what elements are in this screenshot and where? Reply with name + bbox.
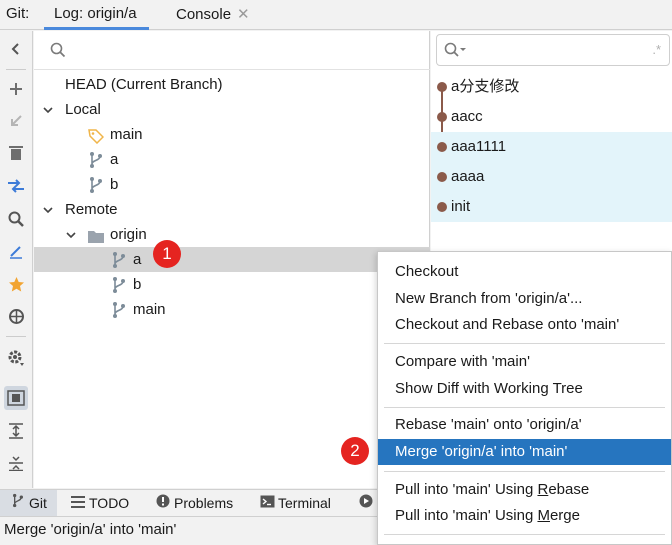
tree-item-origin-a[interactable]: a — [34, 247, 430, 272]
menu-item-checkout[interactable]: Checkout — [378, 259, 671, 285]
branch-icon — [112, 301, 126, 327]
chevron-down-icon[interactable] — [42, 197, 54, 225]
tree-item-label: HEAD (Current Branch) — [65, 76, 223, 93]
menu-item-rebase[interactable]: Rebase 'main' onto 'origin/a' — [378, 412, 671, 438]
favorite-icon[interactable] — [4, 272, 28, 296]
branches-tree-panel: HEAD (Current Branch) Local main a b Rem… — [34, 31, 430, 488]
tab-label: Console — [176, 6, 232, 23]
tree-item-label: b — [110, 176, 119, 193]
terminal-icon — [259, 490, 275, 517]
bottom-tab-run[interactable] — [358, 490, 377, 517]
tree-item-label: main — [133, 301, 166, 318]
tree-item-local-main[interactable]: main — [34, 122, 430, 147]
menu-item-pull-rebase[interactable]: Pull into 'main' Using Rebase — [378, 477, 671, 503]
tree-item-label: b — [133, 276, 142, 293]
tree-item-local-a[interactable]: a — [34, 147, 430, 172]
tab-log-origin-a[interactable]: Log: origin/a — [44, 5, 149, 30]
expand-all-icon[interactable] — [4, 419, 28, 443]
commit-row[interactable]: aacc — [431, 102, 672, 132]
commit-node — [437, 202, 447, 212]
step-2-marker: 2 — [341, 437, 369, 465]
update-icon[interactable] — [4, 109, 28, 133]
tree-item-label: a — [110, 151, 119, 168]
commit-node — [437, 172, 447, 182]
commit-node — [437, 82, 447, 92]
warning-icon — [155, 490, 171, 517]
search-icon[interactable] — [4, 207, 28, 231]
search-icon — [50, 42, 66, 62]
tab-label: Log: origin/a — [54, 5, 137, 22]
collapse-all-icon[interactable] — [4, 451, 28, 475]
menu-item-merge[interactable]: Merge 'origin/a' into 'main' — [378, 439, 671, 465]
branch-search-bar[interactable] — [34, 31, 430, 70]
branch-context-menu: Checkout New Branch from 'origin/a'... C… — [377, 251, 672, 545]
commit-row[interactable]: init — [431, 192, 672, 222]
bottom-tab-label: Git — [29, 495, 47, 511]
commit-message: a分支修改 — [451, 78, 520, 95]
compare-icon[interactable] — [4, 174, 28, 198]
collapse-left-icon[interactable] — [4, 37, 28, 61]
tabbar-prefix: Git: — [6, 5, 30, 22]
tree-group-local[interactable]: Local — [34, 97, 430, 122]
chevron-down-icon[interactable] — [42, 97, 54, 125]
bottom-tab-todo[interactable]: TODO — [70, 490, 129, 517]
bottom-tab-git[interactable]: Git — [0, 490, 57, 517]
commit-row[interactable]: aaa1111 — [431, 132, 672, 162]
tree-item-origin-b[interactable]: b — [34, 272, 430, 297]
status-text: Merge 'origin/a' into 'main' — [4, 521, 177, 538]
tree-item-head[interactable]: HEAD (Current Branch) — [34, 72, 430, 97]
edit-icon[interactable] — [4, 239, 28, 263]
regex-icon[interactable]: .* — [652, 42, 661, 57]
bottom-tab-label: Problems — [174, 495, 234, 511]
commit-node — [437, 142, 447, 152]
menu-item-pull-merge[interactable]: Pull into 'main' Using Merge — [378, 503, 671, 529]
menu-item-new-branch[interactable]: New Branch from 'origin/a'... — [378, 286, 671, 312]
tree-group-origin[interactable]: origin — [34, 222, 430, 247]
tree-item-label: origin — [110, 226, 147, 243]
left-toolbar — [0, 31, 33, 488]
settings-icon[interactable] — [4, 346, 28, 370]
bottom-tab-terminal[interactable]: Terminal — [259, 490, 331, 517]
commit-node — [437, 112, 447, 122]
close-icon[interactable]: ✕ — [237, 6, 250, 23]
menu-item-checkout-rebase[interactable]: Checkout and Rebase onto 'main' — [378, 312, 671, 338]
bottom-tab-label: TODO — [89, 495, 130, 511]
run-icon — [358, 490, 374, 517]
commit-row[interactable]: aaaa — [431, 162, 672, 192]
commit-message: aaaa — [451, 168, 485, 185]
delete-icon[interactable] — [4, 141, 28, 165]
commit-message: init — [451, 198, 471, 215]
commit-message: aacc — [451, 108, 483, 125]
menu-item-compare[interactable]: Compare with 'main' — [378, 349, 671, 375]
target-icon[interactable] — [4, 304, 28, 328]
tree-group-remote[interactable]: Remote — [34, 197, 430, 222]
tree-item-local-b[interactable]: b — [34, 172, 430, 197]
tool-window-tabbar: Git: Log: origin/a Console ✕ — [0, 0, 672, 30]
commit-message: aaa1111 — [451, 138, 507, 155]
commit-row[interactable]: a分支修改 — [431, 72, 672, 102]
search-options-icon[interactable] — [444, 42, 468, 62]
tab-console[interactable]: Console ✕ — [176, 5, 250, 23]
group-by-icon[interactable] — [4, 386, 28, 410]
tree-item-label: main — [110, 126, 143, 143]
step-1-marker: 1 — [153, 240, 181, 268]
commit-search-input[interactable]: .* — [436, 34, 670, 66]
add-icon[interactable] — [4, 77, 28, 101]
branch-icon — [10, 490, 26, 517]
tree-item-label: a — [133, 251, 142, 268]
bottom-tab-label: Terminal — [278, 495, 331, 511]
chevron-down-icon[interactable] — [65, 222, 77, 250]
tree-item-label: Remote — [65, 201, 118, 218]
menu-item-show-diff[interactable]: Show Diff with Working Tree — [378, 376, 671, 402]
tree-item-origin-main[interactable]: main — [34, 297, 430, 322]
bottom-tab-problems[interactable]: Problems — [155, 490, 233, 517]
list-icon — [70, 490, 86, 517]
tree-item-label: Local — [65, 101, 101, 118]
